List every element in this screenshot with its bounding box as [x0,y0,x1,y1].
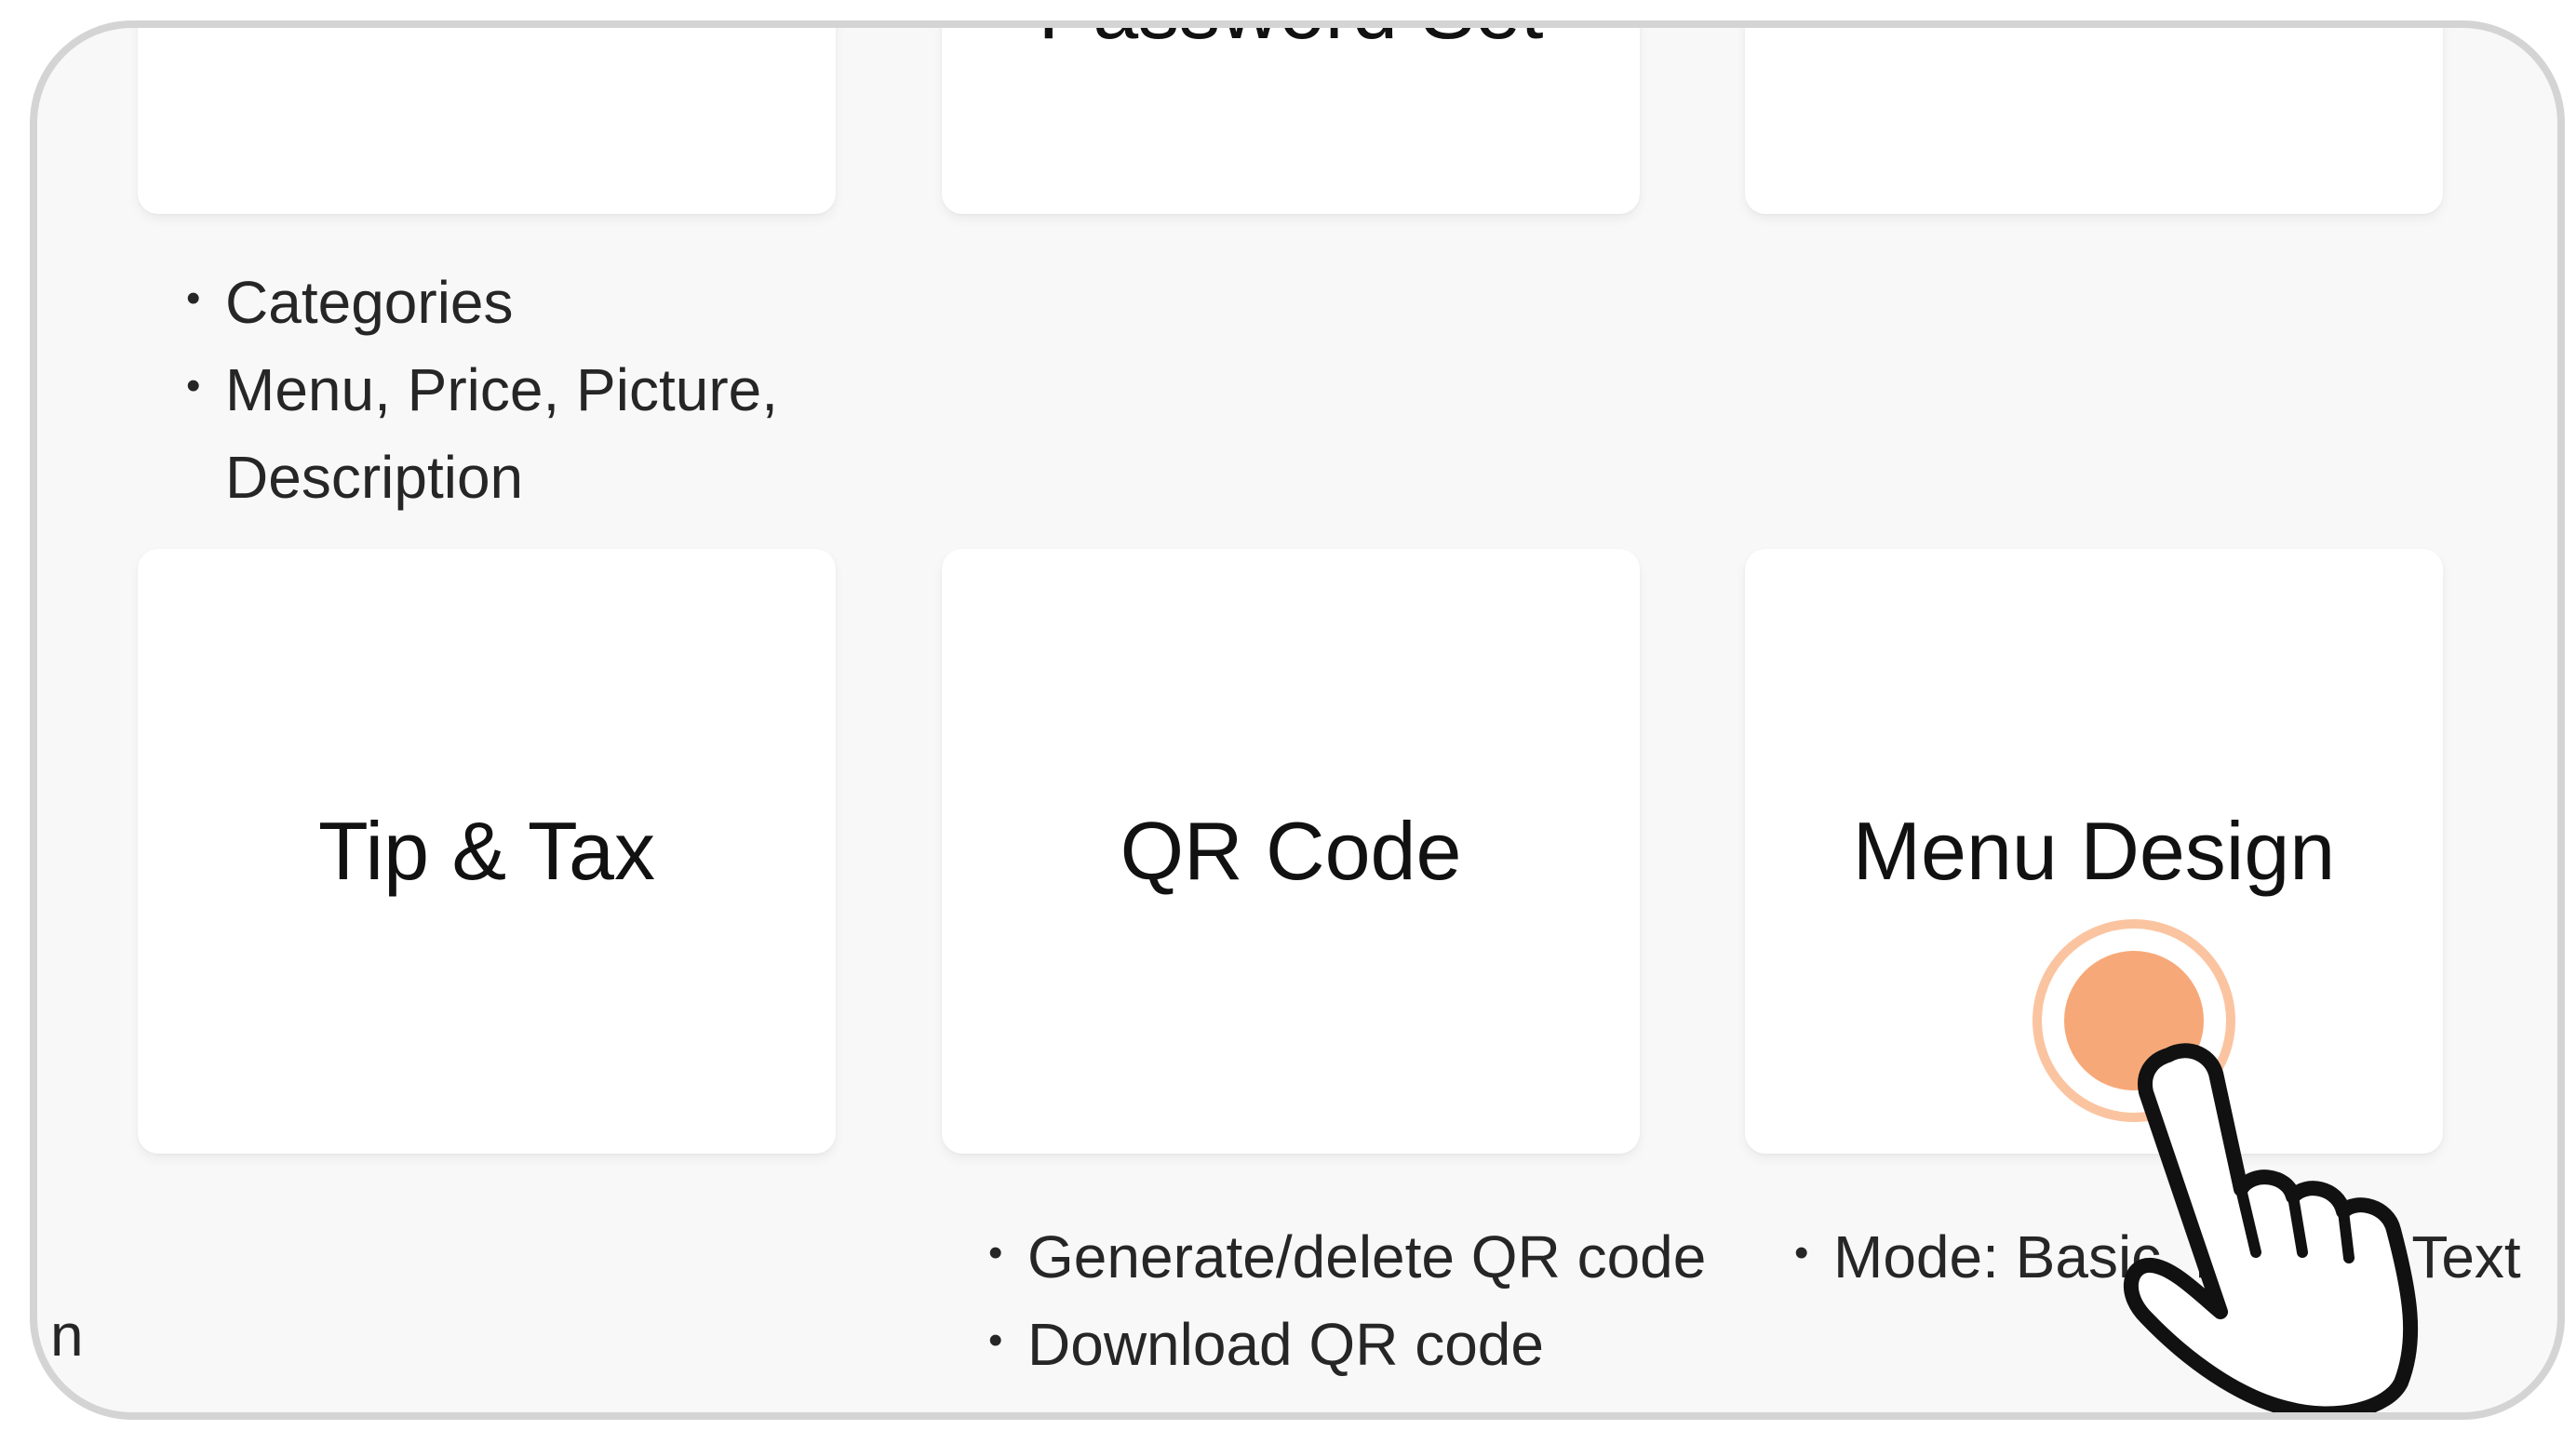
tip-tax-card[interactable]: Tip & Tax [138,549,836,1154]
list-item: Categories [186,255,839,346]
menu-feature-list: Categories Menu, Price, Picture, Descrip… [186,255,839,521]
menu-setting-card[interactable] [138,28,836,214]
list-item: Download QR code [988,1297,1706,1388]
top-right-card[interactable] [1745,28,2443,214]
device-frame: Password Set Categories Menu, Price, Pic… [30,20,2565,1420]
cut-off-text: n [50,1302,84,1369]
card-title: Tip & Tax [318,805,655,897]
tap-hand-icon [2123,1043,2419,1412]
card-title: Password Set [942,28,1640,58]
card-title: Menu Design [1852,805,2336,897]
qr-feature-list: Generate/delete QR code Download QR code [988,1209,1706,1388]
password-set-card[interactable]: Password Set [942,28,1640,214]
list-item: Menu, Price, Picture, Description [186,342,839,521]
card-title: QR Code [1120,805,1462,897]
qr-code-card[interactable]: QR Code [942,549,1640,1154]
list-item: Generate/delete QR code [988,1209,1706,1301]
